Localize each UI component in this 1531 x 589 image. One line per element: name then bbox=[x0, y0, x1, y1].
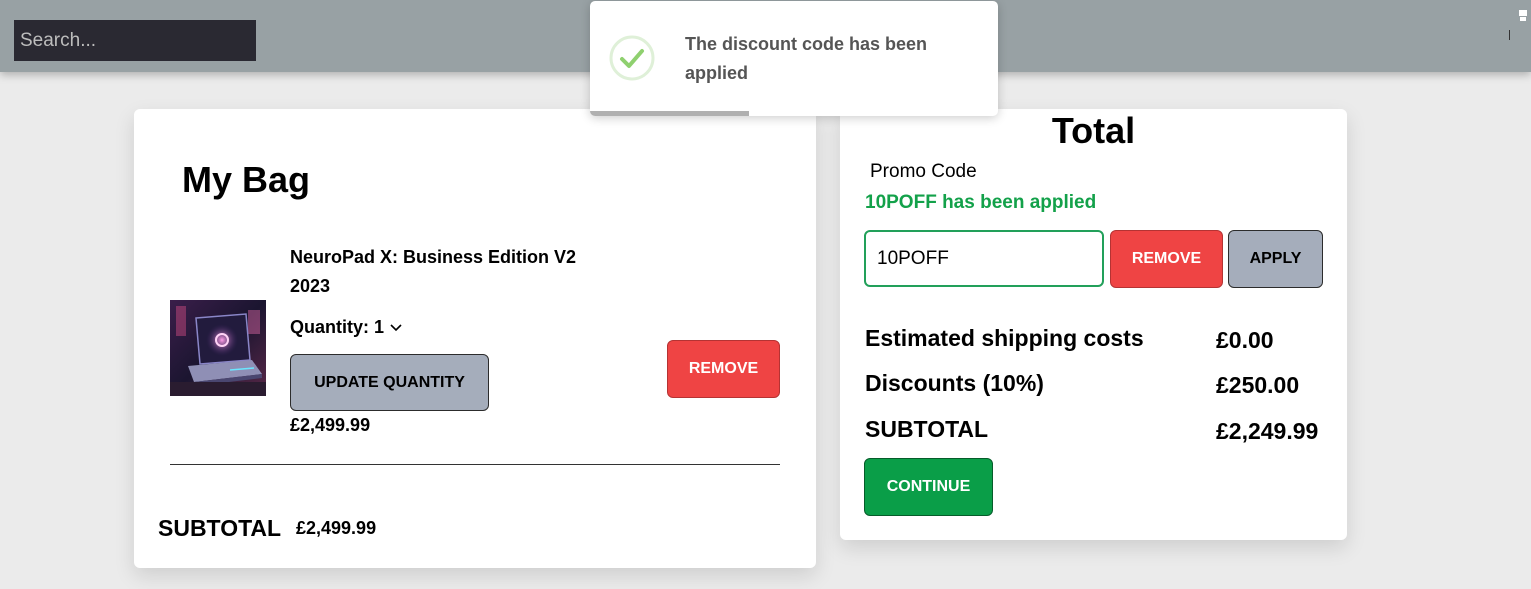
toast-progress-bar bbox=[590, 111, 750, 116]
product-price: £2,499.99 bbox=[290, 415, 371, 435]
account-icon[interactable] bbox=[1509, 8, 1529, 40]
discount-value: £250.00 bbox=[1216, 372, 1300, 398]
total-card: Total Promo Code 10POFF has been applied… bbox=[840, 109, 1347, 540]
shipping-label: Estimated shipping costs bbox=[865, 325, 1144, 351]
discount-label: Discounts (10%) bbox=[865, 370, 1044, 396]
total-subtotal-label: SUBTOTAL bbox=[865, 416, 989, 442]
promo-code-input[interactable] bbox=[864, 230, 1104, 287]
bag-card: My Bag NeuroPad X: Business Edition V2 2… bbox=[134, 109, 816, 568]
shipping-value: £0.00 bbox=[1216, 327, 1274, 353]
bag-title: My Bag bbox=[182, 159, 311, 200]
bag-subtotal-label: SUBTOTAL bbox=[158, 515, 282, 541]
remove-item-button[interactable]: REMOVE bbox=[667, 340, 780, 398]
divider bbox=[170, 464, 780, 465]
product-name[interactable]: NeuroPad X: Business Edition V2 2023 bbox=[290, 243, 610, 301]
apply-promo-button[interactable]: APPLY bbox=[1228, 230, 1323, 288]
product-image bbox=[170, 300, 266, 396]
update-quantity-button[interactable]: UPDATE QUANTITY bbox=[290, 354, 489, 411]
search-input[interactable] bbox=[14, 20, 256, 61]
promo-code-label: Promo Code bbox=[870, 161, 977, 182]
continue-button[interactable]: CONTINUE bbox=[864, 458, 993, 516]
total-subtotal-value: £2,249.99 bbox=[1216, 418, 1319, 444]
quantity-select[interactable]: Quantity: 1 bbox=[290, 317, 402, 338]
promo-applied-message: 10POFF has been applied bbox=[865, 192, 1097, 213]
toast-notification[interactable]: The discount code has been applied bbox=[590, 1, 998, 116]
quantity-label: Quantity: 1 bbox=[290, 317, 385, 337]
chevron-down-icon bbox=[390, 323, 402, 331]
check-circle-icon bbox=[609, 35, 655, 81]
toast-message: The discount code has been applied bbox=[685, 34, 928, 83]
bag-subtotal-value: £2,499.99 bbox=[296, 518, 377, 538]
remove-promo-button[interactable]: REMOVE bbox=[1110, 230, 1223, 288]
